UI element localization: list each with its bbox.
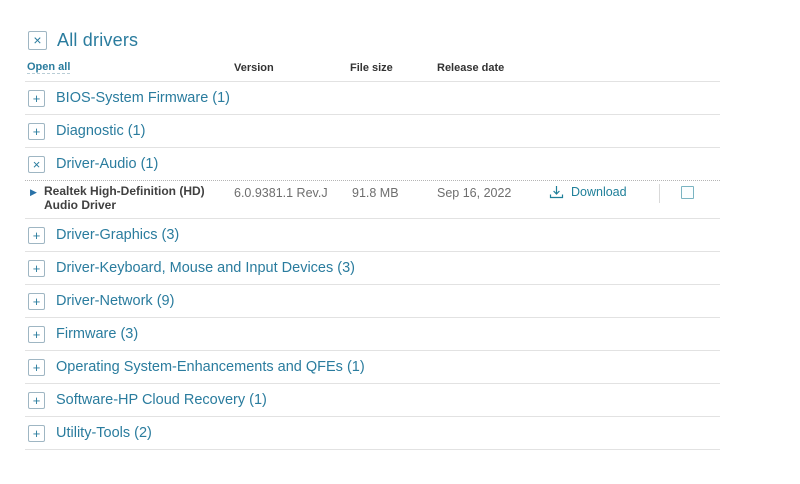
section-label: Utility-Tools (2) [56,425,152,441]
driver-select-checkbox[interactable] [681,186,694,199]
section-label: Driver-Network (9) [56,293,174,309]
section-label: Driver-Keyboard, Mouse and Input Devices… [56,260,355,276]
section-row-firmware[interactable]: + Firmware (3) [25,318,720,351]
expand-button[interactable]: + [28,293,45,310]
plus-icon: + [33,360,41,375]
driver-row-realtek-audio: ▶ Realtek High-Definition (HD) Audio Dri… [25,181,720,219]
section-row-driver-network[interactable]: + Driver-Network (9) [25,285,720,318]
section-row-software-hp-cloud-recovery[interactable]: + Software-HP Cloud Recovery (1) [25,384,720,417]
driver-release-date: Sep 16, 2022 [437,186,511,200]
driver-version: 6.0.9381.1 Rev.J [234,186,328,200]
close-icon: × [33,32,41,48]
expand-button[interactable]: + [28,425,45,442]
section-label: Diagnostic (1) [56,123,145,139]
expand-details-caret-icon[interactable]: ▶ [30,187,37,198]
row-divider [659,184,660,203]
section-row-diagnostic[interactable]: + Diagnostic (1) [25,115,720,148]
plus-icon: + [33,91,41,106]
expand-button[interactable]: + [28,90,45,107]
expand-button[interactable]: + [28,392,45,409]
plus-icon: + [33,393,41,408]
page-title: All drivers [57,30,138,51]
section-row-driver-audio[interactable]: × Driver-Audio (1) [25,148,720,181]
section-label: Driver-Audio (1) [56,156,158,172]
section-row-driver-graphics[interactable]: + Driver-Graphics (3) [25,219,720,252]
section-row-bios-system-firmware[interactable]: + BIOS-System Firmware (1) [25,82,720,115]
section-row-driver-keyboard-mouse-input[interactable]: + Driver-Keyboard, Mouse and Input Devic… [25,252,720,285]
section-label: Driver-Graphics (3) [56,227,179,243]
expand-button[interactable]: + [28,227,45,244]
section-row-utility-tools[interactable]: + Utility-Tools (2) [25,417,720,450]
list-toolbar: Open all Version File size Release date [25,51,720,82]
download-label: Download [571,185,627,199]
all-drivers-header: × All drivers [28,29,720,51]
plus-icon: + [33,261,41,276]
expand-button[interactable]: + [28,123,45,140]
expand-button[interactable]: + [28,359,45,376]
all-drivers-panel: × All drivers Open all Version File size… [25,0,720,450]
expand-button[interactable]: + [28,260,45,277]
plus-icon: + [33,327,41,342]
open-all-link[interactable]: Open all [27,61,70,74]
plus-icon: + [33,124,41,139]
column-header-version: Version [234,62,274,74]
column-header-file-size: File size [350,62,393,74]
section-row-os-enhancements-qfes[interactable]: + Operating System-Enhancements and QFEs… [25,351,720,384]
section-label: BIOS-System Firmware (1) [56,90,230,106]
collapse-button[interactable]: × [28,156,45,173]
download-icon [549,185,564,199]
section-label: Software-HP Cloud Recovery (1) [56,392,267,408]
plus-icon: + [33,294,41,309]
driver-name: Realtek High-Definition (HD) Audio Drive… [44,184,222,212]
plus-icon: + [33,228,41,243]
collapse-all-drivers-button[interactable]: × [28,31,47,50]
column-header-release-date: Release date [437,62,504,74]
driver-file-size: 91.8 MB [352,186,399,200]
section-label: Operating System-Enhancements and QFEs (… [56,359,365,375]
plus-icon: + [33,426,41,441]
close-icon: × [33,157,41,172]
expand-button[interactable]: + [28,326,45,343]
download-button[interactable]: Download [549,185,627,199]
section-label: Firmware (3) [56,326,138,342]
